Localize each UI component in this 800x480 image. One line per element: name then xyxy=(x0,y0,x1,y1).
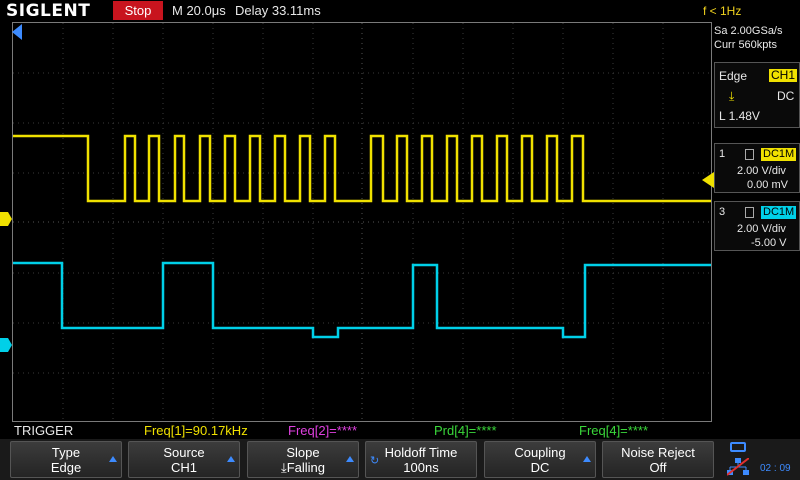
delay-readout: Delay 33.11ms xyxy=(235,3,321,18)
memory-depth: Curr 560kpts xyxy=(714,39,777,51)
usb-icon xyxy=(730,442,746,452)
softkey-noise-reject[interactable]: Noise Reject Off xyxy=(602,441,714,478)
ch3-coupling-badge: DC1M xyxy=(761,206,797,219)
ch3-ground-marker[interactable] xyxy=(0,338,12,352)
trigger-level-marker[interactable] xyxy=(702,172,714,188)
ch3-info-panel[interactable]: 3 DC1M 2.00 V/div -5.00 V xyxy=(714,201,800,251)
falling-edge-icon: ⤓ xyxy=(729,89,735,103)
waveform-grid xyxy=(13,23,711,421)
arrow-up-icon xyxy=(346,456,354,462)
trigger-coupling: DC xyxy=(777,89,795,103)
trigger-position-marker[interactable] xyxy=(12,24,24,40)
softkey-type[interactable]: Type Edge xyxy=(10,441,122,478)
arrow-up-icon xyxy=(227,456,235,462)
trigger-frequency-readout: f < 1Hz xyxy=(703,4,742,18)
arrow-up-icon xyxy=(109,456,117,462)
ch3-number: 3 xyxy=(719,206,726,218)
top-status-bar: SIGLENT Stop M 20.0μs Delay 33.11ms f < … xyxy=(0,0,800,22)
softkey-bar: Type Edge Source CH1 Slope ⤓Falling ↻ Ho… xyxy=(0,439,800,480)
menu-title: TRIGGER xyxy=(14,423,74,438)
softkey-holdoff-time[interactable]: ↻ Holdoff Time 100ns xyxy=(365,441,477,478)
measurement-4: Freq[4]=**** xyxy=(579,423,649,438)
run-stop-badge[interactable]: Stop xyxy=(113,1,163,20)
acquisition-info: Sa 2.00GSa/s Curr 560kpts xyxy=(714,24,800,54)
ch1-number: 1 xyxy=(719,148,726,160)
ch1-volts-per-div: 2.00 V/div xyxy=(737,165,786,177)
waveform-display[interactable] xyxy=(12,22,712,422)
timebase-readout: M 20.0μs xyxy=(172,3,226,18)
softkey-coupling[interactable]: Coupling DC xyxy=(484,441,596,478)
network-icon xyxy=(727,458,749,476)
softkey-source[interactable]: Source CH1 xyxy=(128,441,240,478)
ch1-coupling-badge: DC1M xyxy=(761,148,797,161)
ch1-ground-marker[interactable] xyxy=(0,212,12,226)
ch1-check-icon xyxy=(745,149,754,160)
siglent-logo: SIGLENT xyxy=(6,1,91,21)
ch3-offset: -5.00 V xyxy=(751,237,787,249)
trigger-level: L 1.48V xyxy=(719,109,760,123)
measurement-2: Freq[2]=**** xyxy=(288,423,358,438)
measurement-row: TRIGGER Freq[1]=90.17kHz Freq[2]=**** Pr… xyxy=(0,422,712,438)
trigger-info-panel[interactable]: Edge CH1 ⤓ DC L 1.48V xyxy=(714,62,800,128)
clock-readout: 02 : 09 xyxy=(760,463,791,474)
arrow-up-icon xyxy=(583,456,591,462)
measurement-1: Freq[1]=90.17kHz xyxy=(144,423,248,438)
ch3-waveform xyxy=(13,261,711,339)
trigger-type: Edge xyxy=(719,69,748,83)
ch3-check-icon xyxy=(745,207,754,218)
ch3-volts-per-div: 2.00 V/div xyxy=(737,223,786,235)
softkey-slope[interactable]: Slope ⤓Falling xyxy=(247,441,359,478)
trigger-source-badge: CH1 xyxy=(769,68,798,82)
measurement-3: Prd[4]=**** xyxy=(434,423,497,438)
rotate-knob-icon: ↻ xyxy=(370,455,380,467)
graticule xyxy=(13,23,711,421)
ch1-info-panel[interactable]: 1 DC1M 2.00 V/div 0.00 mV xyxy=(714,143,800,193)
ch1-offset: 0.00 mV xyxy=(747,179,788,191)
sample-rate: Sa 2.00GSa/s xyxy=(714,25,783,37)
